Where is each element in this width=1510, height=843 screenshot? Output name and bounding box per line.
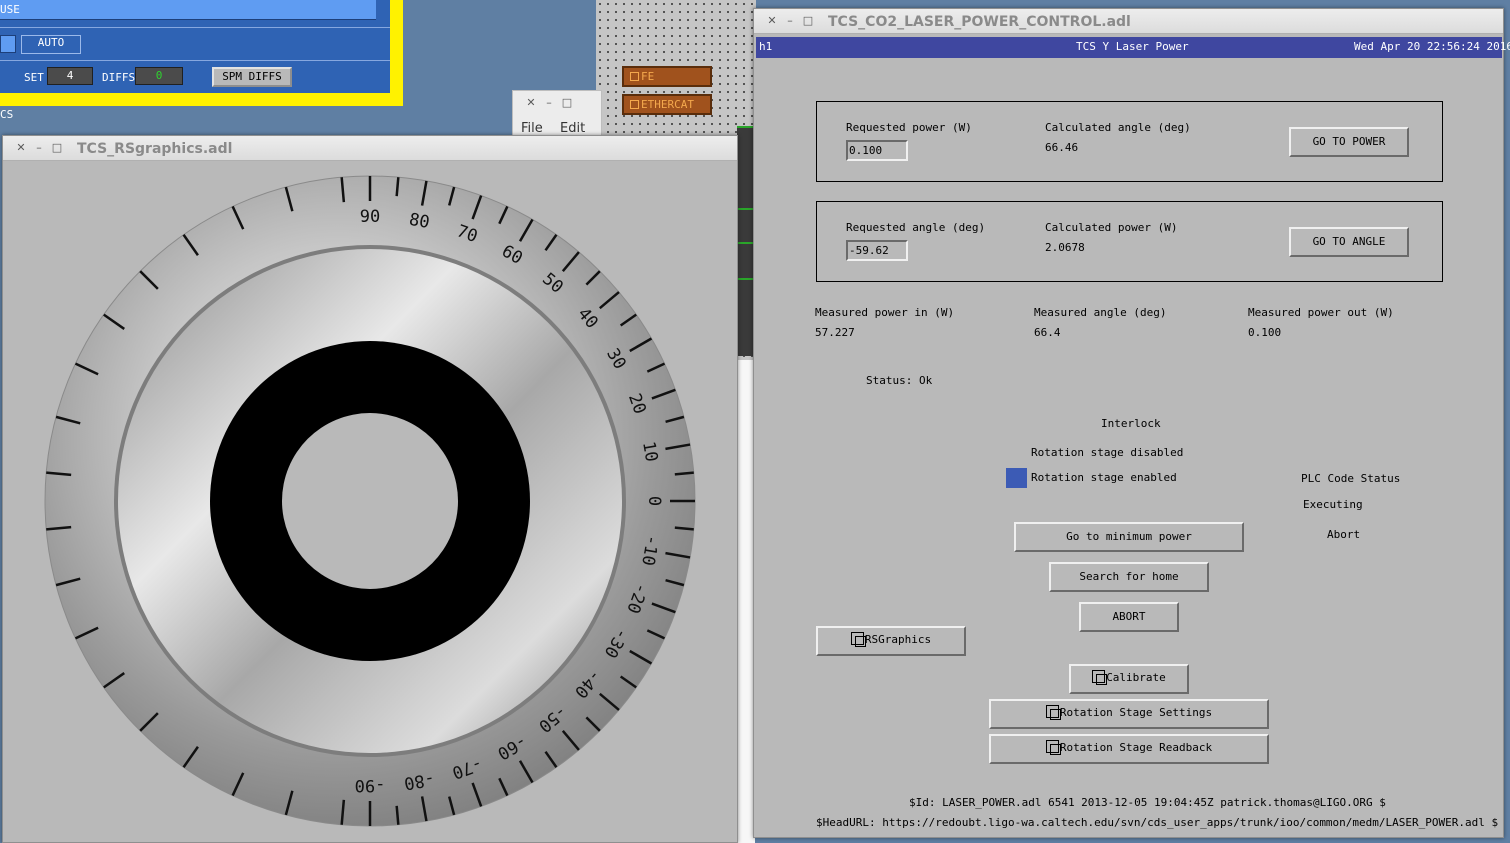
rotation-stage-settings-label: Rotation Stage Settings xyxy=(1059,706,1213,719)
interlock-title: Interlock xyxy=(1101,417,1161,430)
rsgraphics-window: ✕ – □ TCS_RSgraphics.adl 90 80 70 60 50 … xyxy=(2,135,738,843)
calculated-angle-label: Calculated angle (deg) xyxy=(1045,121,1191,134)
related-display-icon xyxy=(1045,740,1061,755)
window-title: TCS_CO2_LASER_POWER_CONTROL.adl xyxy=(828,14,1131,30)
rotation-stage-enabled-label: Rotation stage enabled xyxy=(1031,471,1177,484)
fe-button[interactable]: FE xyxy=(622,66,712,87)
go-to-minimum-power-button[interactable]: Go to minimum power xyxy=(1014,522,1244,552)
ethercat-button[interactable]: ETHERCAT xyxy=(622,94,712,115)
background-panel-body: USE AUTO SET 4 DIFFS 0 SPM DIFFS xyxy=(0,0,390,93)
rotation-stage-readback-label: Rotation Stage Readback xyxy=(1059,741,1213,754)
measured-power-in-label: Measured power in (W) xyxy=(815,306,955,319)
status-text: Status: Ok xyxy=(866,374,933,387)
dial-label: 10 xyxy=(638,440,661,464)
background-top-row xyxy=(0,0,376,20)
dial-tick xyxy=(674,526,694,531)
spm-diffs-button[interactable]: SPM DIFFS xyxy=(212,67,292,87)
related-display-icon xyxy=(630,72,639,81)
go-to-power-button[interactable]: GO TO POWER xyxy=(1289,127,1409,157)
minimize-icon[interactable]: – xyxy=(33,142,45,154)
set-label: SET xyxy=(24,71,44,84)
dial-tick xyxy=(674,471,694,476)
requested-power-input[interactable]: 0.100 xyxy=(846,140,908,161)
measured-power-out-label: Measured power out (W) xyxy=(1248,306,1394,319)
calculated-power-label: Calculated power (W) xyxy=(1045,221,1178,234)
search-for-home-button[interactable]: Search for home xyxy=(1049,562,1209,592)
header-title: TCS Y Laser Power xyxy=(1076,40,1189,53)
related-display-icon xyxy=(1092,670,1108,685)
maximize-icon[interactable]: □ xyxy=(561,97,573,109)
diffs-label: DIFFS xyxy=(102,71,136,84)
related-display-icon xyxy=(630,100,639,109)
maximize-icon[interactable]: □ xyxy=(51,142,63,154)
dial-tick xyxy=(395,805,400,825)
menu-edit[interactable]: Edit xyxy=(560,121,585,136)
header-timestamp: Wed Apr 20 22:56:24 2016 xyxy=(1354,40,1510,53)
close-icon[interactable]: ✕ xyxy=(525,97,537,109)
background-medm-panel: USE AUTO SET 4 DIFFS 0 SPM DIFFS xyxy=(0,0,403,106)
calculated-angle-value: 66.46 xyxy=(1045,141,1079,154)
auto-button[interactable]: AUTO xyxy=(21,35,81,54)
calibrate-button[interactable]: Calibrate xyxy=(1069,664,1189,694)
laser-power-window: ✕ – □ TCS_CO2_LASER_POWER_CONTROL.adl h1… xyxy=(753,8,1510,838)
rotation-stage-enabled-indicator xyxy=(1006,468,1027,488)
plc-executing-label: Executing xyxy=(1303,498,1363,511)
dial-label: 80 xyxy=(407,210,431,233)
rotation-stage-readback-button[interactable]: Rotation Stage Readback xyxy=(989,734,1269,764)
diffs-value: 0 xyxy=(135,67,183,85)
plc-abort-label: Abort xyxy=(1327,528,1361,541)
rotation-stage-dial: 90 80 706050403020100-10-20-30-40-50-60-70… xyxy=(44,175,696,827)
close-icon[interactable]: ✕ xyxy=(766,15,778,27)
related-display-icon xyxy=(1045,705,1061,720)
calculated-power-value: 2.0678 xyxy=(1045,241,1085,254)
minimize-icon[interactable]: – xyxy=(543,97,555,109)
maximize-icon[interactable]: □ xyxy=(802,15,814,27)
background-cs-label: CS xyxy=(0,108,14,121)
go-to-angle-button[interactable]: GO TO ANGLE xyxy=(1289,227,1409,257)
background-small-window: ✕ – □ File Edit xyxy=(512,90,602,140)
background-divider xyxy=(0,27,390,28)
fe-button-label: FE xyxy=(641,70,655,83)
abort-button[interactable]: ABORT xyxy=(1079,602,1179,632)
ethercat-button-label: ETHERCAT xyxy=(641,98,694,111)
background-top-label: USE xyxy=(0,3,20,16)
background-divider-2 xyxy=(0,60,390,61)
rotation-stage-disabled-label: Rotation stage disabled xyxy=(1031,446,1184,459)
dial-center-hole xyxy=(282,413,458,589)
related-display-icon xyxy=(850,632,866,647)
measured-angle-value: 66.4 xyxy=(1034,326,1061,339)
dial-label: 90 xyxy=(360,207,380,227)
measured-power-in-value: 57.227 xyxy=(815,326,855,339)
header-bar: h1 TCS Y Laser Power Wed Apr 20 22:56:24… xyxy=(756,37,1510,58)
requested-angle-input[interactable]: -59.62 xyxy=(846,240,908,261)
set-value: 4 xyxy=(47,67,93,85)
footer-url-line: $HeadURL: https://redoubt.ligo-wa.caltec… xyxy=(816,816,1499,829)
plc-status-title: PLC Code Status xyxy=(1301,472,1401,485)
menu-file[interactable]: File xyxy=(521,121,543,136)
rsgraphics-titlebar[interactable]: ✕ – □ TCS_RSgraphics.adl xyxy=(3,136,737,161)
requested-angle-label: Requested angle (deg) xyxy=(846,221,986,234)
dial-tick xyxy=(395,177,400,197)
dial-label: -90 xyxy=(355,775,386,795)
footer-id-line: $Id: LASER_POWER.adl 6541 2013-12-05 19:… xyxy=(909,796,1386,809)
measured-angle-label: Measured angle (deg) xyxy=(1034,306,1167,319)
rotation-stage-settings-button[interactable]: Rotation Stage Settings xyxy=(989,699,1269,729)
background-blue-block xyxy=(0,35,16,53)
rsgraphics-button[interactable]: RSGraphics xyxy=(816,626,966,656)
calibrate-button-label: Calibrate xyxy=(1106,671,1166,684)
rsgraphics-button-label: RSGraphics xyxy=(864,633,932,646)
requested-power-label: Requested power (W) xyxy=(846,121,972,134)
header-left: h1 xyxy=(759,40,773,53)
measured-power-out-value: 0.100 xyxy=(1248,326,1282,339)
minimize-icon[interactable]: – xyxy=(784,15,796,27)
dial-label: 0 xyxy=(644,496,664,506)
window-title: TCS_RSgraphics.adl xyxy=(77,141,233,157)
laser-power-titlebar[interactable]: ✕ – □ TCS_CO2_LASER_POWER_CONTROL.adl xyxy=(754,9,1503,34)
close-icon[interactable]: ✕ xyxy=(15,142,27,154)
